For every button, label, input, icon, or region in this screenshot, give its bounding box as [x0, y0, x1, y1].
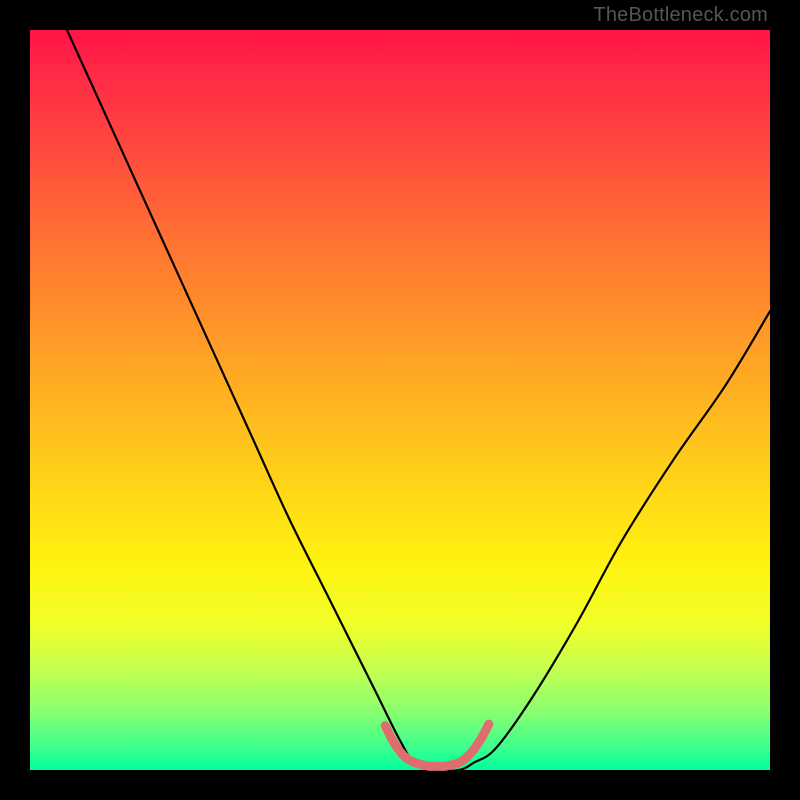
chart-svg [30, 30, 770, 770]
bottleneck-curve [67, 30, 770, 771]
chart-plot-area [30, 30, 770, 770]
chart-frame: TheBottleneck.com [0, 0, 800, 800]
watermark-label: TheBottleneck.com [593, 4, 768, 27]
bottleneck-flat-segment [385, 724, 489, 766]
